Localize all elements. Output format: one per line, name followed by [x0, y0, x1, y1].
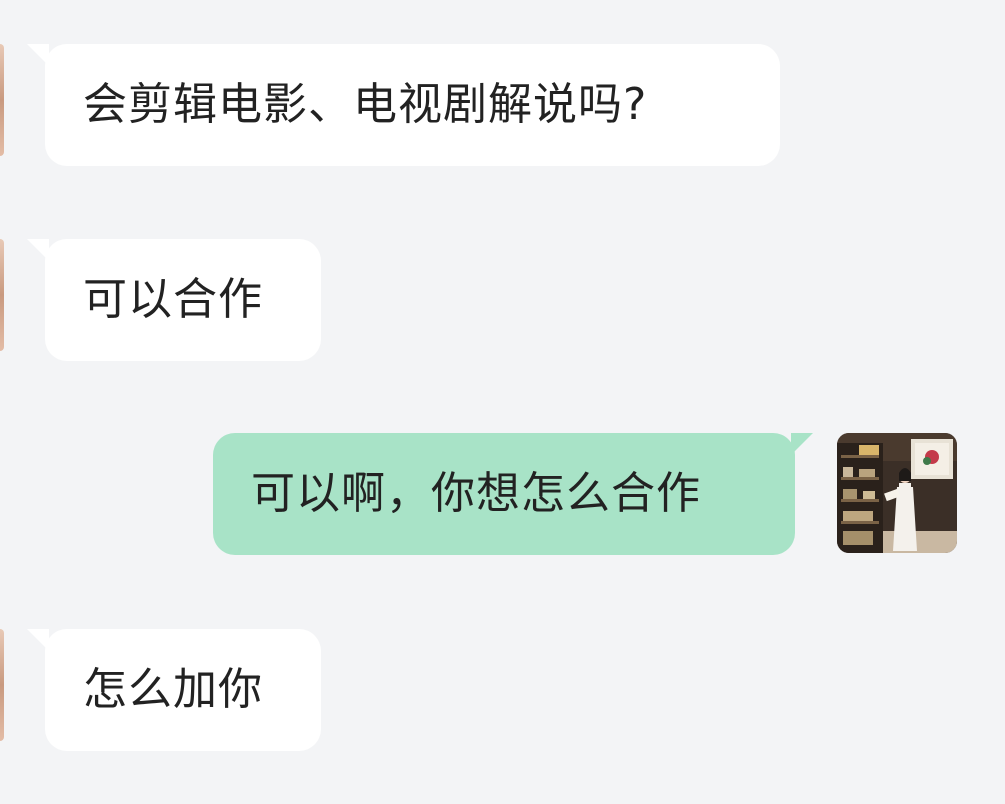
contact-avatar[interactable]: [0, 44, 4, 156]
message-text: 可以合作: [83, 274, 263, 325]
message-bubble-incoming[interactable]: 怎么加你: [27, 629, 321, 751]
my-avatar[interactable]: [837, 433, 957, 553]
message-bubble-outgoing[interactable]: 可以啊，你想怎么合作: [213, 433, 813, 555]
message-text: 怎么加你: [83, 664, 263, 715]
message-bubble-incoming[interactable]: 会剪辑电影、电视剧解说吗?: [27, 44, 780, 166]
avatar-photo-icon: [837, 433, 957, 553]
message-text: 可以啊，你想怎么合作: [251, 468, 701, 519]
chat-window: 会剪辑电影、电视剧解说吗? 可以合作 可以啊，你想怎么合作 怎么加你: [0, 0, 1005, 804]
contact-avatar[interactable]: [0, 629, 4, 741]
message-bubble-incoming[interactable]: 可以合作: [27, 239, 321, 361]
message-text: 会剪辑电影、电视剧解说吗?: [83, 79, 648, 130]
contact-avatar[interactable]: [0, 239, 4, 351]
